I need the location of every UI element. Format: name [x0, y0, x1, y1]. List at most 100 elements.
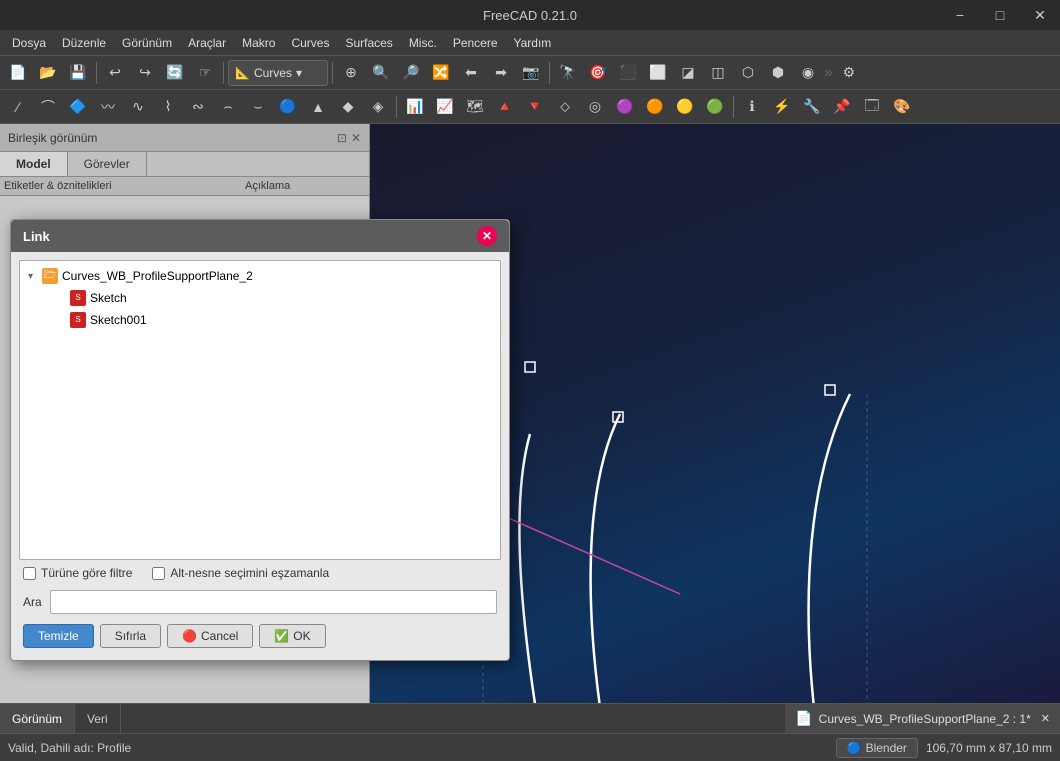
tab-gorevler[interactable]: Görevler [68, 152, 147, 176]
curve-btn-7[interactable]: ∾ [184, 93, 212, 121]
misc-btn-2[interactable]: ⚡ [768, 93, 796, 121]
curve-btn-3[interactable]: 🔷 [64, 93, 92, 121]
blender-button[interactable]: 🔵 Blender [836, 738, 918, 758]
sync-checkbox-label[interactable]: Alt-nesne seçimini eşzamanla [152, 566, 329, 580]
sync-checkbox[interactable] [152, 567, 165, 580]
toolbar-row-1: 📄 📂 💾 ↩ ↪ 🔄 ☞ 📐 Curves ▾ ⊕ 🔍 🔎 🔀 ⬅ ➡ 📷 🔭… [0, 56, 1060, 90]
curve-btn-10[interactable]: 🔵 [274, 93, 302, 121]
curve-btn-9[interactable]: ⌣ [244, 93, 272, 121]
surf-btn-6[interactable]: ⬦ [551, 93, 579, 121]
menu-makro[interactable]: Makro [234, 33, 283, 53]
surf-btn-10[interactable]: 🟡 [671, 93, 699, 121]
surf-btn-7[interactable]: ◎ [581, 93, 609, 121]
nav-btn-2[interactable]: ⬅ [457, 59, 485, 87]
extra-btn[interactable]: ⚙ [835, 59, 863, 87]
curve-btn-2[interactable]: ⌒ [34, 93, 62, 121]
surf-btn-1[interactable]: 📊 [401, 93, 429, 121]
select-btn[interactable]: ⊕ [337, 59, 365, 87]
surf-btn-9[interactable]: 🟠 [641, 93, 669, 121]
cam-btn[interactable]: 📷 [517, 59, 545, 87]
view-btn-8[interactable]: ⬢ [764, 59, 792, 87]
pointer-btn[interactable]: ☞ [191, 59, 219, 87]
curve-btn-5[interactable]: ∿ [124, 93, 152, 121]
status-left: Valid, Dahili adı: Profile [8, 741, 131, 755]
misc-btn-4[interactable]: 📌 [828, 93, 856, 121]
tree-child-sketch001[interactable]: S Sketch001 [52, 309, 496, 331]
surf-btn-2[interactable]: 📈 [431, 93, 459, 121]
temizle-label: Temizle [38, 629, 79, 643]
curve-btn-12[interactable]: ◆ [334, 93, 362, 121]
tab-gorunum[interactable]: Görünüm [0, 704, 75, 733]
panel-close-icon[interactable]: ✕ [351, 131, 361, 145]
menu-araclar[interactable]: Araçlar [180, 33, 234, 53]
separator-6 [733, 96, 734, 118]
curve-btn-1[interactable]: ∕ [4, 93, 32, 121]
surf-btn-4[interactable]: 🔺 [491, 93, 519, 121]
misc-btn-5[interactable]: 🗔 [858, 93, 886, 121]
minimize-button[interactable]: − [940, 0, 980, 30]
view-btn-2[interactable]: 🎯 [584, 59, 612, 87]
sifirla-button[interactable]: Sıfırla [100, 624, 161, 648]
curve-btn-13[interactable]: ◈ [364, 93, 392, 121]
redo-btn[interactable]: ↪ [131, 59, 159, 87]
view-btn-3[interactable]: ⬛ [614, 59, 642, 87]
tab-model[interactable]: Model [0, 152, 68, 176]
tree-root-item[interactable]: ▾ 🗁 Curves_WB_ProfileSupportPlane_2 [24, 265, 496, 287]
maximize-button[interactable]: □ [980, 0, 1020, 30]
workbench-icon: 📐 [235, 66, 250, 80]
surf-btn-5[interactable]: 🔻 [521, 93, 549, 121]
col-header-desc: Açıklama [245, 180, 365, 192]
doc-tab-close[interactable]: ✕ [1041, 712, 1050, 725]
menu-duzenle[interactable]: Düzenle [54, 33, 114, 53]
save-btn[interactable]: 💾 [64, 59, 92, 87]
open-file-btn[interactable]: 📂 [34, 59, 62, 87]
cancel-icon: 🔴 [182, 629, 197, 643]
menu-pencere[interactable]: Pencere [445, 33, 506, 53]
cancel-button[interactable]: 🔴 Cancel [167, 624, 253, 648]
menu-misc[interactable]: Misc. [401, 33, 445, 53]
misc-btn-6[interactable]: 🎨 [888, 93, 916, 121]
left-panel: Birleşik görünüm ⊡ ✕ Model Görevler Etik… [0, 124, 370, 703]
surf-btn-3[interactable]: 🗺 [461, 93, 489, 121]
panel-float-icon[interactable]: ⊡ [337, 131, 347, 145]
undo-btn[interactable]: ↩ [101, 59, 129, 87]
new-file-btn[interactable]: 📄 [4, 59, 32, 87]
view-btn-4[interactable]: ⬜ [644, 59, 672, 87]
nav-btn-1[interactable]: 🔀 [427, 59, 455, 87]
filter-checkbox[interactable] [23, 567, 36, 580]
misc-btn-3[interactable]: 🔧 [798, 93, 826, 121]
view-btn-5[interactable]: ◪ [674, 59, 702, 87]
misc-btn-1[interactable]: ℹ [738, 93, 766, 121]
tree-child-sketch[interactable]: S Sketch [52, 287, 496, 309]
refresh-btn[interactable]: 🔄 [161, 59, 189, 87]
close-button[interactable]: ✕ [1020, 0, 1060, 30]
nav-btn-3[interactable]: ➡ [487, 59, 515, 87]
curve-btn-6[interactable]: ⌇ [154, 93, 182, 121]
menu-bar: Dosya Düzenle Görünüm Araçlar Makro Curv… [0, 30, 1060, 56]
curve-btn-11[interactable]: ▲ [304, 93, 332, 121]
zoom-in-btn[interactable]: 🔎 [397, 59, 425, 87]
workbench-dropdown[interactable]: 📐 Curves ▾ [228, 60, 328, 86]
modal-close-button[interactable]: ✕ [477, 226, 497, 246]
surf-btn-8[interactable]: 🟣 [611, 93, 639, 121]
curve-btn-4[interactable]: 〰 [94, 93, 122, 121]
surf-btn-11[interactable]: 🟢 [701, 93, 729, 121]
view-btn-1[interactable]: 🔭 [554, 59, 582, 87]
temizle-button[interactable]: Temizle [23, 624, 94, 648]
modal-title: Link [23, 229, 50, 244]
filter-checkbox-label[interactable]: Türüne göre filtre [23, 566, 132, 580]
view-btn-7[interactable]: ⬡ [734, 59, 762, 87]
menu-dosya[interactable]: Dosya [4, 33, 54, 53]
zoom-fit-btn[interactable]: 🔍 [367, 59, 395, 87]
menu-yardim[interactable]: Yardım [506, 33, 560, 53]
tab-veri[interactable]: Veri [75, 704, 121, 733]
view-btn-9[interactable]: ◉ [794, 59, 822, 87]
view-btn-6[interactable]: ◫ [704, 59, 732, 87]
doc-tab[interactable]: 📄 Curves_WB_ProfileSupportPlane_2 : 1* ✕ [785, 704, 1060, 733]
menu-curves[interactable]: Curves [283, 33, 337, 53]
curve-btn-8[interactable]: ⌢ [214, 93, 242, 121]
search-input[interactable] [50, 590, 497, 614]
ok-button[interactable]: ✅ OK [259, 624, 325, 648]
menu-surfaces[interactable]: Surfaces [337, 33, 400, 53]
menu-gorunum[interactable]: Görünüm [114, 33, 180, 53]
